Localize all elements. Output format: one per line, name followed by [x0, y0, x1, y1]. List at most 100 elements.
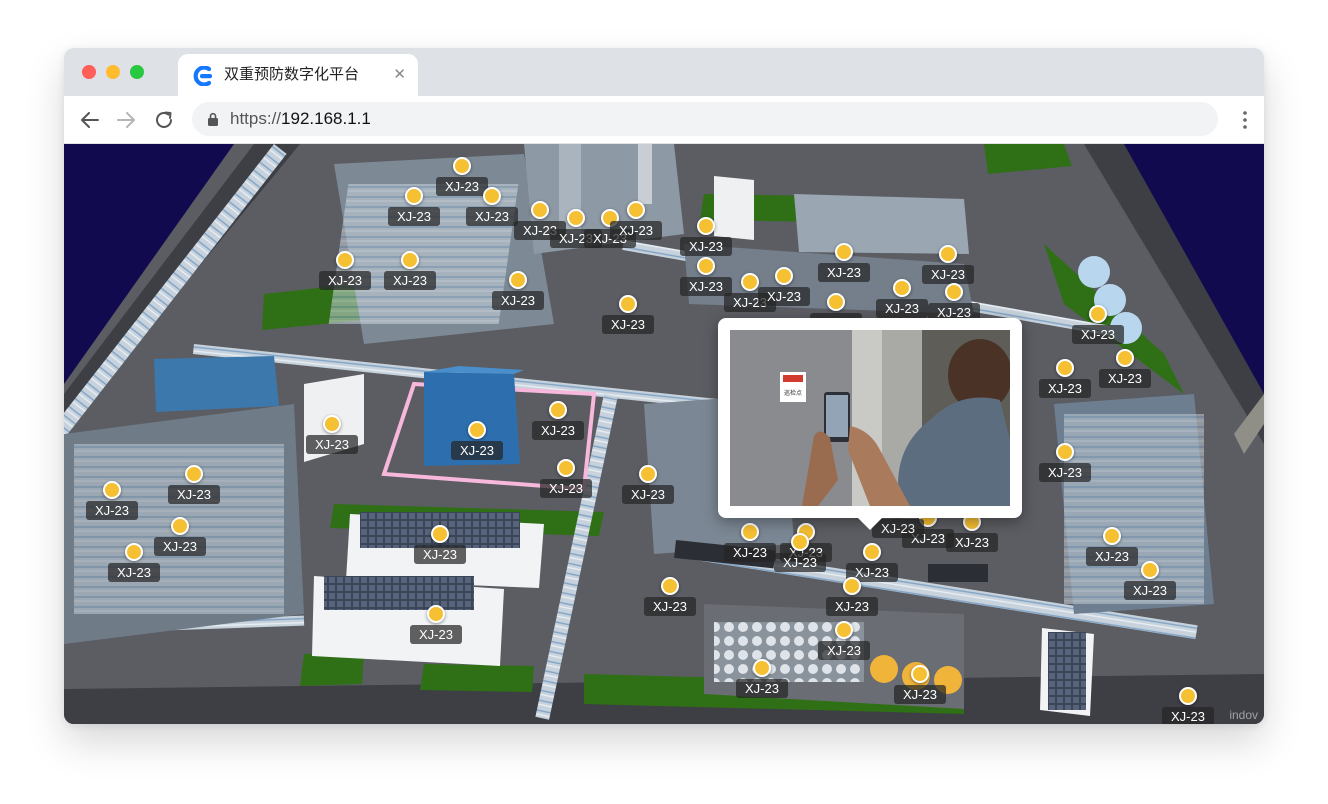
- marker-label: XJ-23: [876, 299, 928, 318]
- map-pin-dot-icon[interactable]: [427, 605, 445, 623]
- marker-label: XJ-23: [451, 441, 503, 460]
- marker-label: XJ-23: [384, 271, 436, 290]
- browser-titlebar: 双重预防数字化平台 ✕: [64, 48, 1264, 96]
- map-pin-dot-icon[interactable]: [405, 187, 423, 205]
- inspection-photo-image: 巡检点: [730, 330, 1010, 506]
- reload-icon[interactable]: [152, 108, 176, 132]
- marker-label: XJ-23: [410, 625, 462, 644]
- platform-logo-icon: [193, 66, 212, 86]
- map-pin-dot-icon[interactable]: [775, 267, 793, 285]
- map-pin-dot-icon[interactable]: [567, 209, 585, 227]
- map-pin-dot-icon[interactable]: [627, 201, 645, 219]
- map-pin-dot-icon[interactable]: [893, 279, 911, 297]
- url-scheme: https://: [230, 109, 282, 128]
- marker-label: XJ-23: [108, 563, 160, 582]
- marker-label: XJ-23: [1072, 325, 1124, 344]
- marker-label: XJ-23: [1099, 369, 1151, 388]
- map-pin-dot-icon[interactable]: [401, 251, 419, 269]
- 3d-plant-map[interactable]: XJ-23 XJ-23 XJ-23 XJ-23 XJ-23 XJ-23 XJ-23 XJ-23…: [64, 144, 1264, 724]
- marker-label: XJ-23: [388, 207, 440, 226]
- map-pin-dot-icon[interactable]: [843, 577, 861, 595]
- map-pin-dot-icon[interactable]: [1116, 349, 1134, 367]
- marker-label: XJ-23: [680, 237, 732, 256]
- map-pin-dot-icon[interactable]: [619, 295, 637, 313]
- url-host: 192.168.1.1: [281, 109, 371, 128]
- marker-label: XJ-23: [946, 533, 998, 552]
- marker-label: XJ-23: [492, 291, 544, 310]
- marker-label: XJ-23: [818, 263, 870, 282]
- map-pin-dot-icon[interactable]: [185, 465, 203, 483]
- lock-icon: [208, 112, 218, 126]
- inspection-sign-text: 巡检点: [784, 389, 802, 397]
- marker-label: XJ-23: [1124, 581, 1176, 600]
- inspection-photo-popup[interactable]: 巡检点: [718, 318, 1022, 530]
- map-pin-dot-icon[interactable]: [639, 465, 657, 483]
- map-pin-dot-icon[interactable]: [835, 243, 853, 261]
- address-bar[interactable]: https://192.168.1.1: [192, 102, 1218, 136]
- marker-label: XJ-23: [602, 315, 654, 334]
- map-pin-dot-icon[interactable]: [431, 525, 449, 543]
- map-pin-dot-icon[interactable]: [171, 517, 189, 535]
- marker-label: XJ-23: [724, 543, 776, 562]
- map-pin-dot-icon[interactable]: [697, 257, 715, 275]
- map-pin-dot-icon[interactable]: [468, 421, 486, 439]
- inspection-point-markers: XJ-23 XJ-23 XJ-23 XJ-23 XJ-23 XJ-23 XJ-23 XJ-23…: [64, 144, 1264, 724]
- map-pin-dot-icon[interactable]: [483, 187, 501, 205]
- map-pin-dot-icon[interactable]: [549, 401, 567, 419]
- map-pin-dot-icon[interactable]: [1056, 443, 1074, 461]
- map-pin-dot-icon[interactable]: [1179, 687, 1197, 705]
- marker-label: XJ-23: [736, 679, 788, 698]
- tab-title: 双重预防数字化平台: [224, 66, 360, 83]
- map-pin-dot-icon[interactable]: [661, 577, 679, 595]
- map-pin-dot-icon[interactable]: [911, 665, 929, 683]
- marker-label: XJ-23: [826, 597, 878, 616]
- map-pin-dot-icon[interactable]: [323, 415, 341, 433]
- url-text[interactable]: https://192.168.1.1: [230, 110, 371, 128]
- marker-label: XJ-23: [319, 271, 371, 290]
- map-pin-dot-icon[interactable]: [1141, 561, 1159, 579]
- map-pin-dot-icon[interactable]: [557, 459, 575, 477]
- browser-tab-active[interactable]: 双重预防数字化平台 ✕: [178, 54, 418, 96]
- marker-label: XJ-23: [1039, 463, 1091, 482]
- marker-label: XJ-23: [894, 685, 946, 704]
- map-pin-dot-icon[interactable]: [753, 659, 771, 677]
- map-pin-dot-icon[interactable]: [453, 157, 471, 175]
- map-pin-dot-icon[interactable]: [103, 481, 121, 499]
- maximize-window-button[interactable]: [130, 65, 144, 79]
- map-pin-dot-icon[interactable]: [939, 245, 957, 263]
- arrow-right-icon[interactable]: [114, 108, 138, 132]
- map-pin-dot-icon[interactable]: [741, 523, 759, 541]
- map-pin-dot-icon[interactable]: [509, 271, 527, 289]
- map-pin-dot-icon[interactable]: [336, 251, 354, 269]
- vertical-dots-icon[interactable]: [1242, 110, 1248, 130]
- arrow-left-icon[interactable]: [78, 108, 102, 132]
- marker-label: XJ-23: [622, 485, 674, 504]
- map-pin-dot-icon[interactable]: [125, 543, 143, 561]
- marker-label: XJ-23: [532, 421, 584, 440]
- map-pin-dot-icon[interactable]: [697, 217, 715, 235]
- marker-label: XJ-23: [610, 221, 662, 240]
- map-pin-dot-icon[interactable]: [1103, 527, 1121, 545]
- map-pin-dot-icon[interactable]: [531, 201, 549, 219]
- map-pin-dot-icon[interactable]: [741, 273, 759, 291]
- map-pin-dot-icon[interactable]: [827, 293, 845, 311]
- inspection-photo: 巡检点: [730, 330, 1010, 506]
- map-pin-dot-icon[interactable]: [863, 543, 881, 561]
- marker-label: XJ-23: [540, 479, 592, 498]
- marker-label: XJ-23: [1162, 707, 1214, 724]
- marker-label: XJ-23: [86, 501, 138, 520]
- browser-window: 双重预防数字化平台 ✕ https://192.168.1.1 XJ-23 XJ…: [64, 48, 1264, 724]
- map-pin-dot-icon[interactable]: [1089, 305, 1107, 323]
- map-pin-dot-icon[interactable]: [945, 283, 963, 301]
- map-pin-dot-icon[interactable]: [791, 533, 809, 551]
- watermark: indov: [1229, 708, 1258, 722]
- tab-close-icon[interactable]: ✕: [393, 66, 406, 84]
- close-window-button[interactable]: [82, 65, 96, 79]
- map-pin-dot-icon[interactable]: [835, 621, 853, 639]
- marker-label: XJ-23: [414, 545, 466, 564]
- map-pin-dot-icon[interactable]: [1056, 359, 1074, 377]
- marker-label: XJ-23: [774, 553, 826, 572]
- marker-label: XJ-23: [436, 177, 488, 196]
- marker-label: XJ-23: [154, 537, 206, 556]
- minimize-window-button[interactable]: [106, 65, 120, 79]
